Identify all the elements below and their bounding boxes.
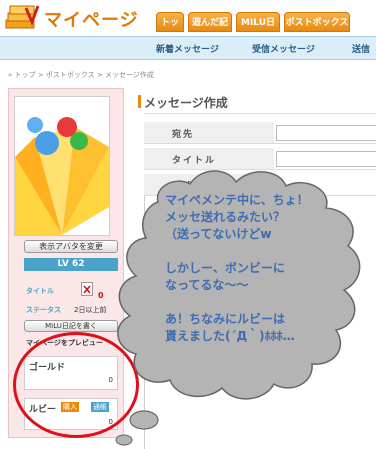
tab-postbox[interactable]: ポストボックス: [284, 12, 350, 32]
section-title: メッセージ作成: [138, 95, 228, 110]
balloon-lightblue-icon: [27, 117, 43, 133]
divider: [144, 113, 376, 114]
subnav-received-messages[interactable]: 受信メッセージ: [252, 42, 315, 55]
last-login-text: 2日以上前: [74, 306, 107, 314]
recipient-field[interactable]: [276, 125, 376, 141]
avatar: [14, 96, 110, 236]
book-stack-logo-icon[interactable]: [4, 4, 40, 32]
write-diary-button[interactable]: MILU日記を書く: [24, 320, 118, 332]
title-label: タイトル: [26, 287, 54, 295]
no-title-x-icon: [81, 282, 93, 296]
subnav-new-messages[interactable]: 新着メッセージ: [156, 42, 219, 55]
breadcrumb: » トップ > ポストボックス > メッセージ作成: [8, 71, 154, 79]
top-header: マイページ トップ 遊んだ記録 MILU日記 ポストボックス: [0, 0, 376, 48]
postbox-subnav: 新着メッセージ 受信メッセージ 送信: [0, 36, 376, 60]
speech-cloud-text: マイペメンテ中に、ちょ！ メッセ送れるみたい？ （送ってないけどw しかしー、ボ…: [165, 193, 309, 343]
subnav-sent-messages[interactable]: 送信: [352, 42, 370, 55]
tab-play-history[interactable]: 遊んだ記録: [188, 12, 232, 48]
level-badge: LV 62: [24, 258, 118, 271]
recipient-label: 宛先: [172, 130, 195, 140]
tab-milu-diary[interactable]: MILU日記: [236, 12, 280, 48]
balloon-blue-icon: [35, 131, 59, 155]
page-title: マイページ: [44, 10, 139, 31]
change-avatar-button[interactable]: 表示アバタを変更: [24, 240, 118, 253]
form-row-recipient: 宛先: [144, 122, 376, 144]
tab-top[interactable]: トップ: [156, 12, 184, 48]
status-label: ステータス: [26, 306, 61, 314]
balloon-green-icon: [70, 132, 88, 150]
status-count: 0: [98, 291, 104, 300]
